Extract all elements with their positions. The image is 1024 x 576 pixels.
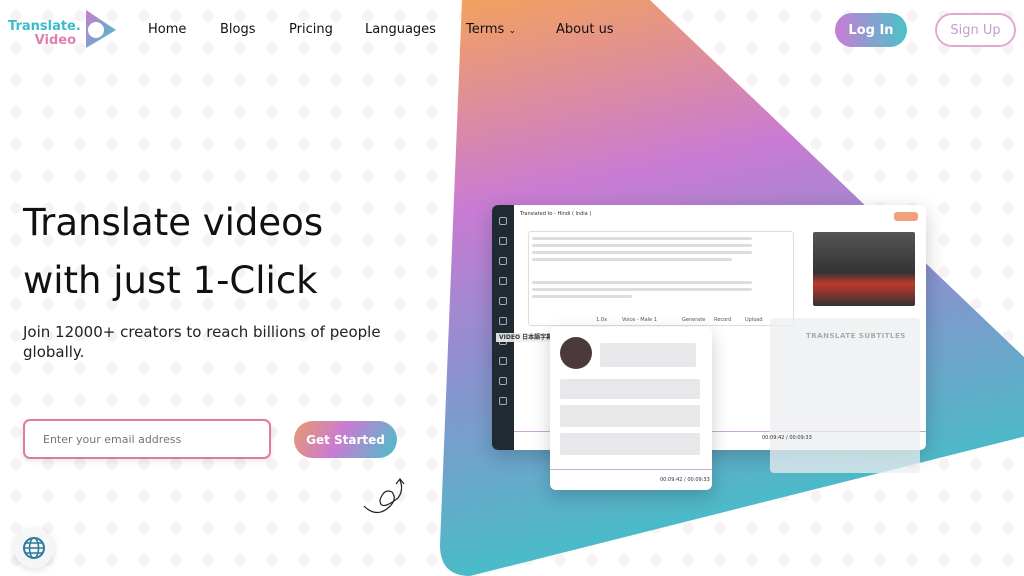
- mockup-subtitle-panel: [770, 318, 920, 473]
- mockup-generate: Generate: [682, 317, 706, 323]
- hero-subtitle: Join 12000+ creators to reach billions o…: [23, 323, 381, 361]
- mockup-time: 00:09:42 / 00:09:33: [762, 435, 812, 441]
- top-nav: Translate. Video Home Blogs Pricing Langu…: [0, 0, 1024, 60]
- nav-blogs[interactable]: Blogs: [220, 22, 256, 37]
- mockup-sidebar: [492, 205, 514, 450]
- mockup-speed: 1.0x: [596, 317, 607, 323]
- nav-terms-label: Terms: [466, 22, 505, 37]
- nav-languages[interactable]: Languages: [365, 22, 436, 37]
- brand-line1: Translate.: [8, 19, 81, 34]
- signup-button[interactable]: Sign Up: [935, 13, 1016, 47]
- mockup-record: Record: [714, 317, 732, 323]
- nav-about[interactable]: About us: [556, 22, 614, 37]
- mockup-video-label: VIDEO 日本語字幕: [496, 333, 556, 342]
- brand-line2: Video: [34, 33, 76, 48]
- nav-pricing[interactable]: Pricing: [289, 22, 333, 37]
- mockup-popup-card: 00:09:42 / 00:09:33: [550, 327, 712, 490]
- brand-logo[interactable]: Translate. Video: [8, 8, 118, 52]
- logo-play-icon: [86, 10, 116, 48]
- email-input[interactable]: [23, 419, 271, 459]
- nav-terms[interactable]: Terms ⌄: [466, 22, 516, 37]
- arrow-doodle-icon: [363, 478, 405, 514]
- mockup-panel-title: TRANSLATE SUBTITLES: [806, 332, 906, 340]
- hero-title-line2: with just 1-Click: [23, 259, 318, 302]
- globe-icon: [23, 537, 45, 559]
- mockup-voice: Voice - Male 1: [622, 317, 657, 323]
- hero-title-line1: Translate videos: [23, 201, 324, 244]
- popup-time: 00:09:42 / 00:09:33: [660, 477, 710, 483]
- language-globe-button[interactable]: [14, 528, 54, 568]
- chevron-down-icon: ⌄: [508, 26, 516, 36]
- mockup-video-preview: [813, 232, 915, 306]
- nav-home[interactable]: Home: [148, 22, 186, 37]
- hero-title: Translate videos with just 1-Click: [23, 194, 323, 310]
- get-started-button[interactable]: Get Started: [294, 421, 397, 458]
- login-button[interactable]: Log In: [835, 13, 907, 47]
- mockup-header: Translated to - Hindi ( India ): [520, 211, 592, 217]
- mockup-upload: Upload: [745, 317, 763, 323]
- mockup-export-button: [894, 212, 918, 221]
